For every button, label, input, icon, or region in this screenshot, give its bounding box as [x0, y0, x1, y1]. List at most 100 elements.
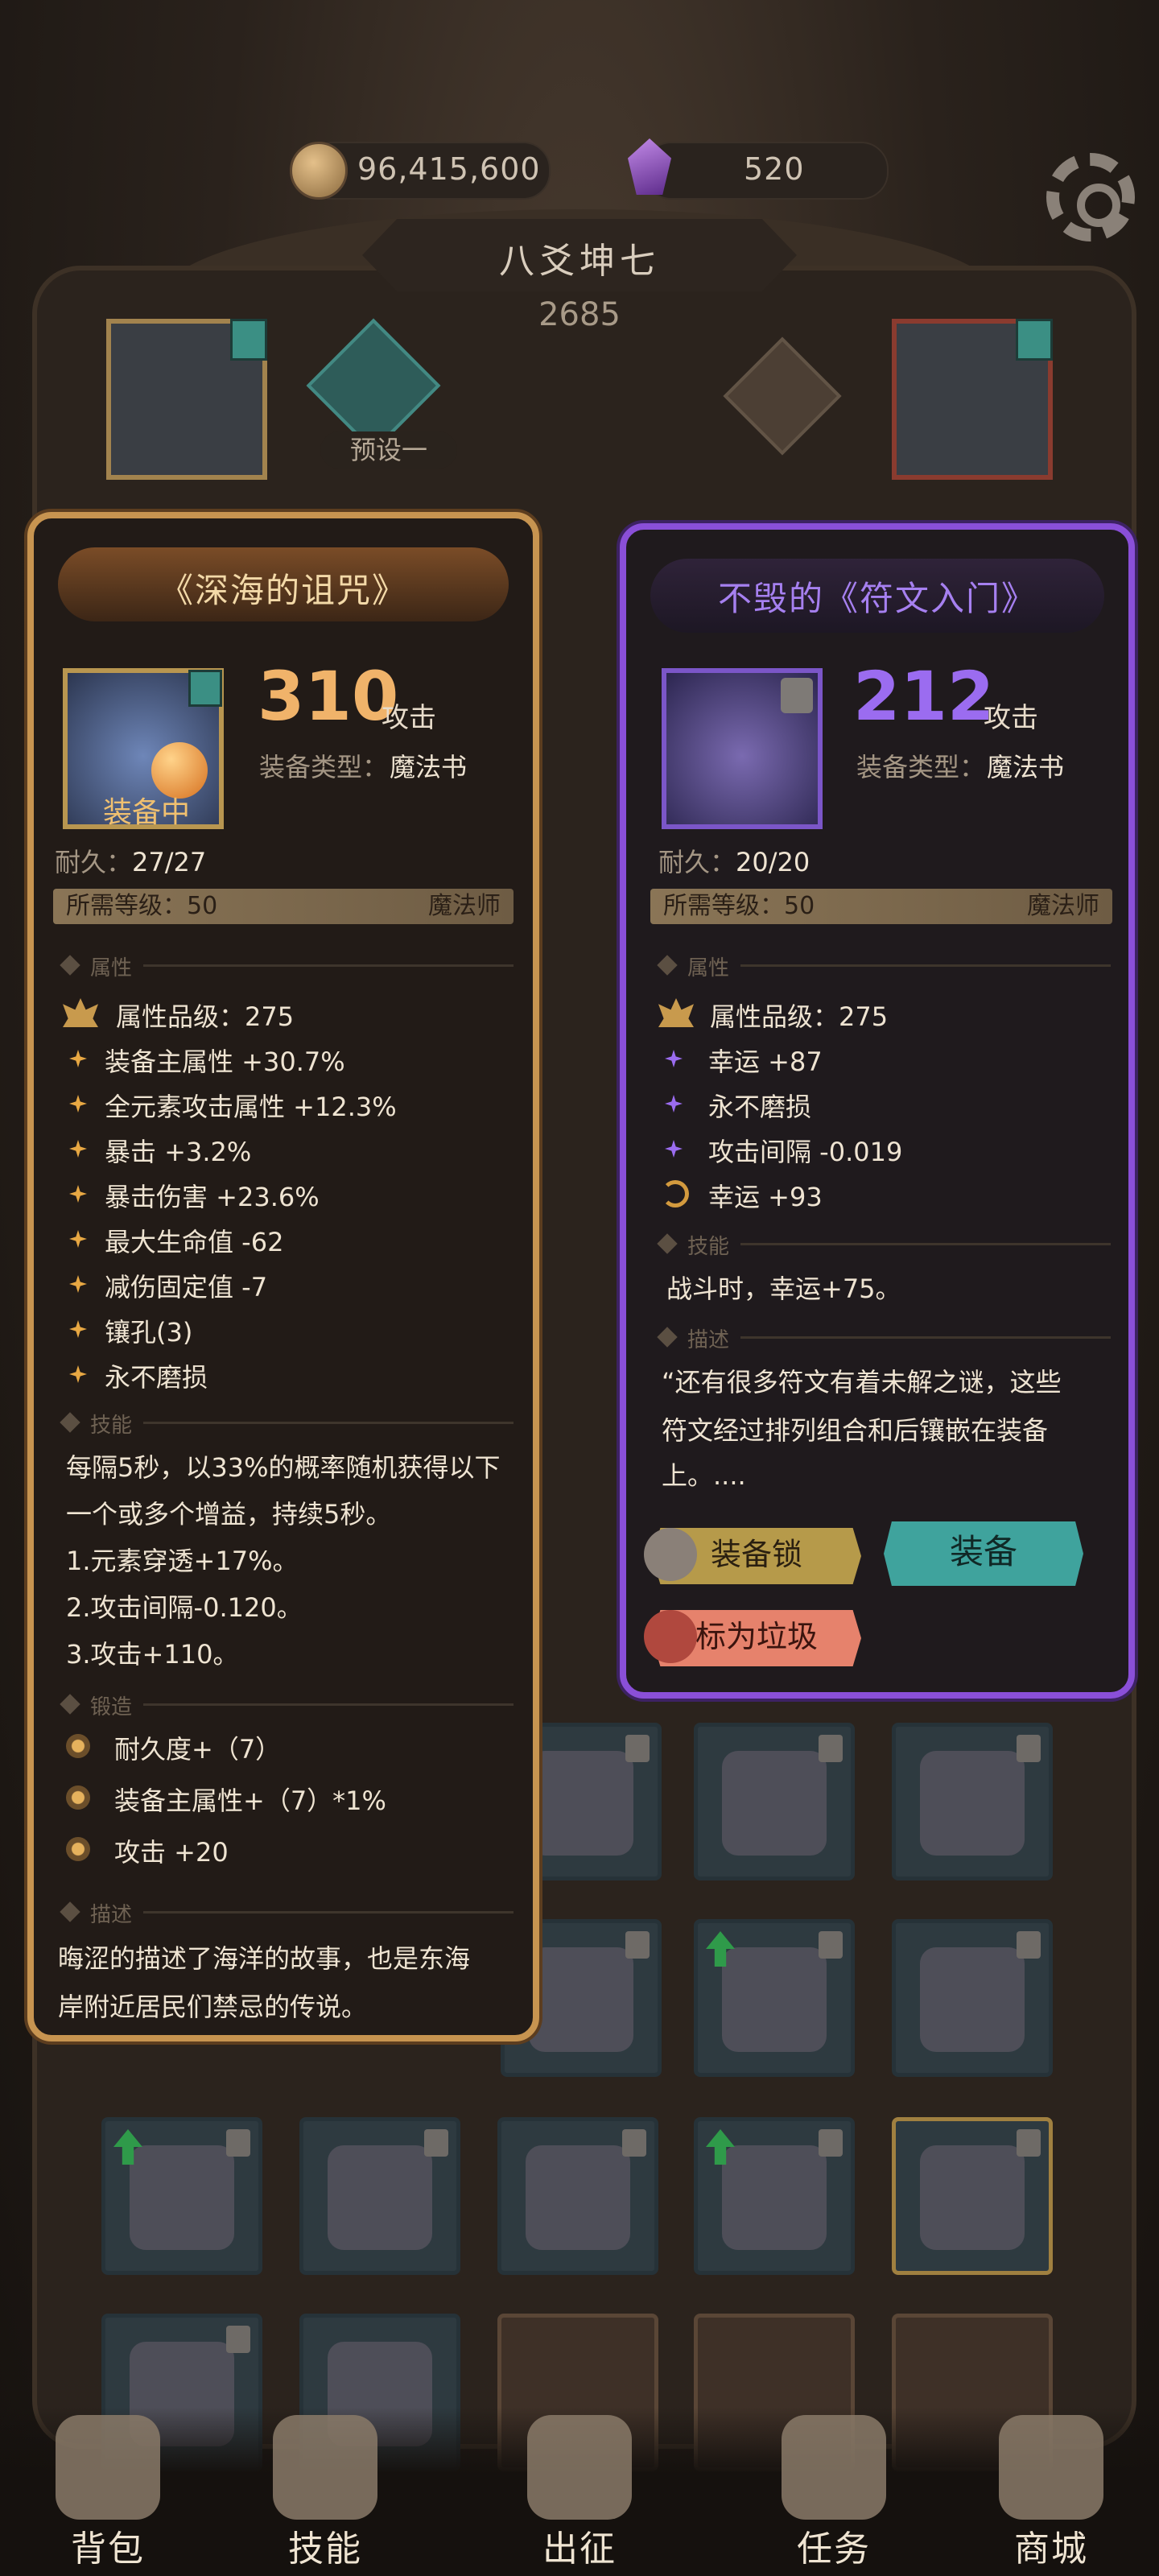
requirement-bar: 所需等级：50 魔法师: [53, 889, 514, 924]
nav-expedition[interactable]: 出征: [499, 2415, 660, 2571]
requirement-bar: 所需等级：50 魔法师: [650, 889, 1112, 924]
section-skill: 技能: [63, 1410, 514, 1438]
equipped-item-panel: 《深海的诅咒》 装备中 310 攻击 装备类型： 魔法书 耐久：27/27 所需…: [27, 512, 539, 2041]
backpack-icon: [56, 2415, 160, 2520]
forge-row: 攻击 +20: [114, 1837, 229, 1868]
type-label: 装备类型：: [856, 752, 986, 782]
attribute-row: 最大生命值 -62: [105, 1227, 284, 1257]
equip-slot-left[interactable]: [106, 319, 267, 480]
attribute-row: 减伤固定值 -7: [105, 1272, 268, 1302]
item-badge-icon: [188, 670, 222, 707]
preset-label[interactable]: 预设一: [320, 431, 457, 469]
nav-backpack[interactable]: 背包: [27, 2415, 188, 2571]
section-attributes: 属性: [660, 953, 1111, 980]
inventory-cell[interactable]: [497, 2117, 658, 2275]
inventory-cell[interactable]: [694, 2117, 855, 2275]
forge-row: 耐久度+（7）: [114, 1734, 282, 1765]
attribute-row: 暴击伤害 +23.6%: [105, 1182, 320, 1212]
settings-gear-icon[interactable]: [1046, 153, 1135, 242]
attack-value: 310: [258, 657, 399, 736]
description-line: 岸附近居民们禁忌的传说。: [58, 1992, 368, 2022]
item-title: 《深海的诅咒》: [159, 571, 407, 610]
gold-amount: 96,415,600: [357, 151, 541, 187]
skill-book-icon: [273, 2415, 377, 2520]
rune-star-icon: [665, 1050, 683, 1067]
padlock-icon: [644, 1528, 697, 1581]
inventory-cell[interactable]: [892, 1723, 1053, 1880]
section-description: 描述: [63, 1900, 514, 1927]
nav-quests[interactable]: 任务: [753, 2415, 914, 2571]
equip-button[interactable]: 装备: [884, 1521, 1083, 1586]
attribute-star-icon: [69, 1320, 87, 1338]
durability-value: 27/27: [132, 847, 207, 877]
required-level: 所需等级：50: [663, 892, 815, 920]
sword-icon: [527, 2415, 632, 2520]
type-label: 装备类型：: [259, 752, 389, 782]
attribute-star-icon: [69, 1230, 87, 1248]
attack-value: 212: [853, 657, 995, 736]
attribute-row: 永不磨损: [708, 1092, 812, 1122]
description-line: 符文经过排列组合和后镶嵌在装备: [662, 1415, 1049, 1446]
attribute-row: 永不磨损: [105, 1362, 208, 1393]
inventory-cell[interactable]: [892, 1919, 1053, 2077]
quality-lotus-icon: [658, 998, 694, 1027]
hero-power: 2685: [538, 296, 621, 333]
attribute-row: 幸运 +93: [708, 1182, 823, 1212]
quality-lotus-icon: [63, 998, 98, 1027]
gem-amount: 520: [744, 151, 805, 187]
hero-name: 八爻坤七: [499, 241, 660, 282]
durability: 耐久：27/27: [55, 842, 206, 879]
attack-label: 攻击: [984, 702, 1038, 734]
nav-label: 技能: [288, 2529, 362, 2570]
skill-line: 1.元素穿透+17%。: [66, 1546, 299, 1576]
trash-icon: [644, 1610, 697, 1663]
rune-book-item-icon: [662, 668, 823, 829]
equip-slot-right[interactable]: [892, 319, 1053, 480]
attribute-row: 镶孔(3): [105, 1317, 193, 1348]
section-forge: 锻造: [63, 1692, 514, 1719]
type-value: 魔法书: [390, 752, 468, 782]
durability: 耐久：20/20: [658, 842, 810, 879]
inventory-cell[interactable]: [892, 2117, 1053, 2275]
durability-label: 耐久：: [55, 847, 133, 877]
section-skill: 技能: [660, 1232, 1111, 1259]
attribute-star-icon: [69, 1050, 87, 1067]
slot-badge-icon: [230, 319, 267, 361]
scroll-icon: [782, 2415, 886, 2520]
cycle-icon: [662, 1180, 689, 1208]
attribute-star-icon: [69, 1275, 87, 1293]
inventory-cell[interactable]: [299, 2117, 460, 2275]
type-value: 魔法书: [987, 752, 1065, 782]
attribute-star-icon: [69, 1140, 87, 1158]
attribute-row: 幸运 +87: [708, 1046, 823, 1077]
forge-dot-icon: [66, 1734, 90, 1758]
section-description: 描述: [660, 1325, 1111, 1352]
description-line: 晦涩的描述了海洋的故事，也是东海: [58, 1943, 471, 1974]
skill-text: 战斗时，幸运+75。: [666, 1274, 901, 1304]
skill-line: 2.攻击间隔-0.120。: [66, 1592, 303, 1623]
forge-row: 装备主属性+（7）*1%: [114, 1785, 386, 1816]
attribute-star-icon: [69, 1365, 87, 1383]
inventory-cell[interactable]: [101, 2117, 262, 2275]
lock-icon: [781, 678, 813, 713]
skill-line: 一个或多个增益，持续5秒。: [66, 1499, 392, 1530]
slot-badge-icon: [1016, 319, 1053, 361]
required-class: 魔法师: [1027, 892, 1099, 920]
attack-label: 攻击: [382, 702, 436, 734]
section-attributes: 属性: [63, 953, 514, 980]
durability-label: 耐久：: [658, 847, 736, 877]
nav-label: 商城: [1014, 2529, 1088, 2570]
required-class: 魔法师: [428, 892, 501, 920]
attribute-quality: 属性品级：275: [116, 1001, 295, 1032]
nav-shop[interactable]: 商城: [971, 2415, 1132, 2571]
nav-label: 背包: [71, 2529, 145, 2570]
forge-dot-icon: [66, 1785, 90, 1810]
inventory-cell[interactable]: [694, 1919, 855, 2077]
inventory-cell[interactable]: [694, 1723, 855, 1880]
description-line: “还有很多符文有着未解之谜，这些: [662, 1367, 1062, 1397]
rune-star-icon: [665, 1095, 683, 1113]
forge-dot-icon: [66, 1837, 90, 1861]
nav-skills[interactable]: 技能: [245, 2415, 406, 2571]
description-line: 上。....: [662, 1460, 746, 1491]
attribute-star-icon: [69, 1095, 87, 1113]
